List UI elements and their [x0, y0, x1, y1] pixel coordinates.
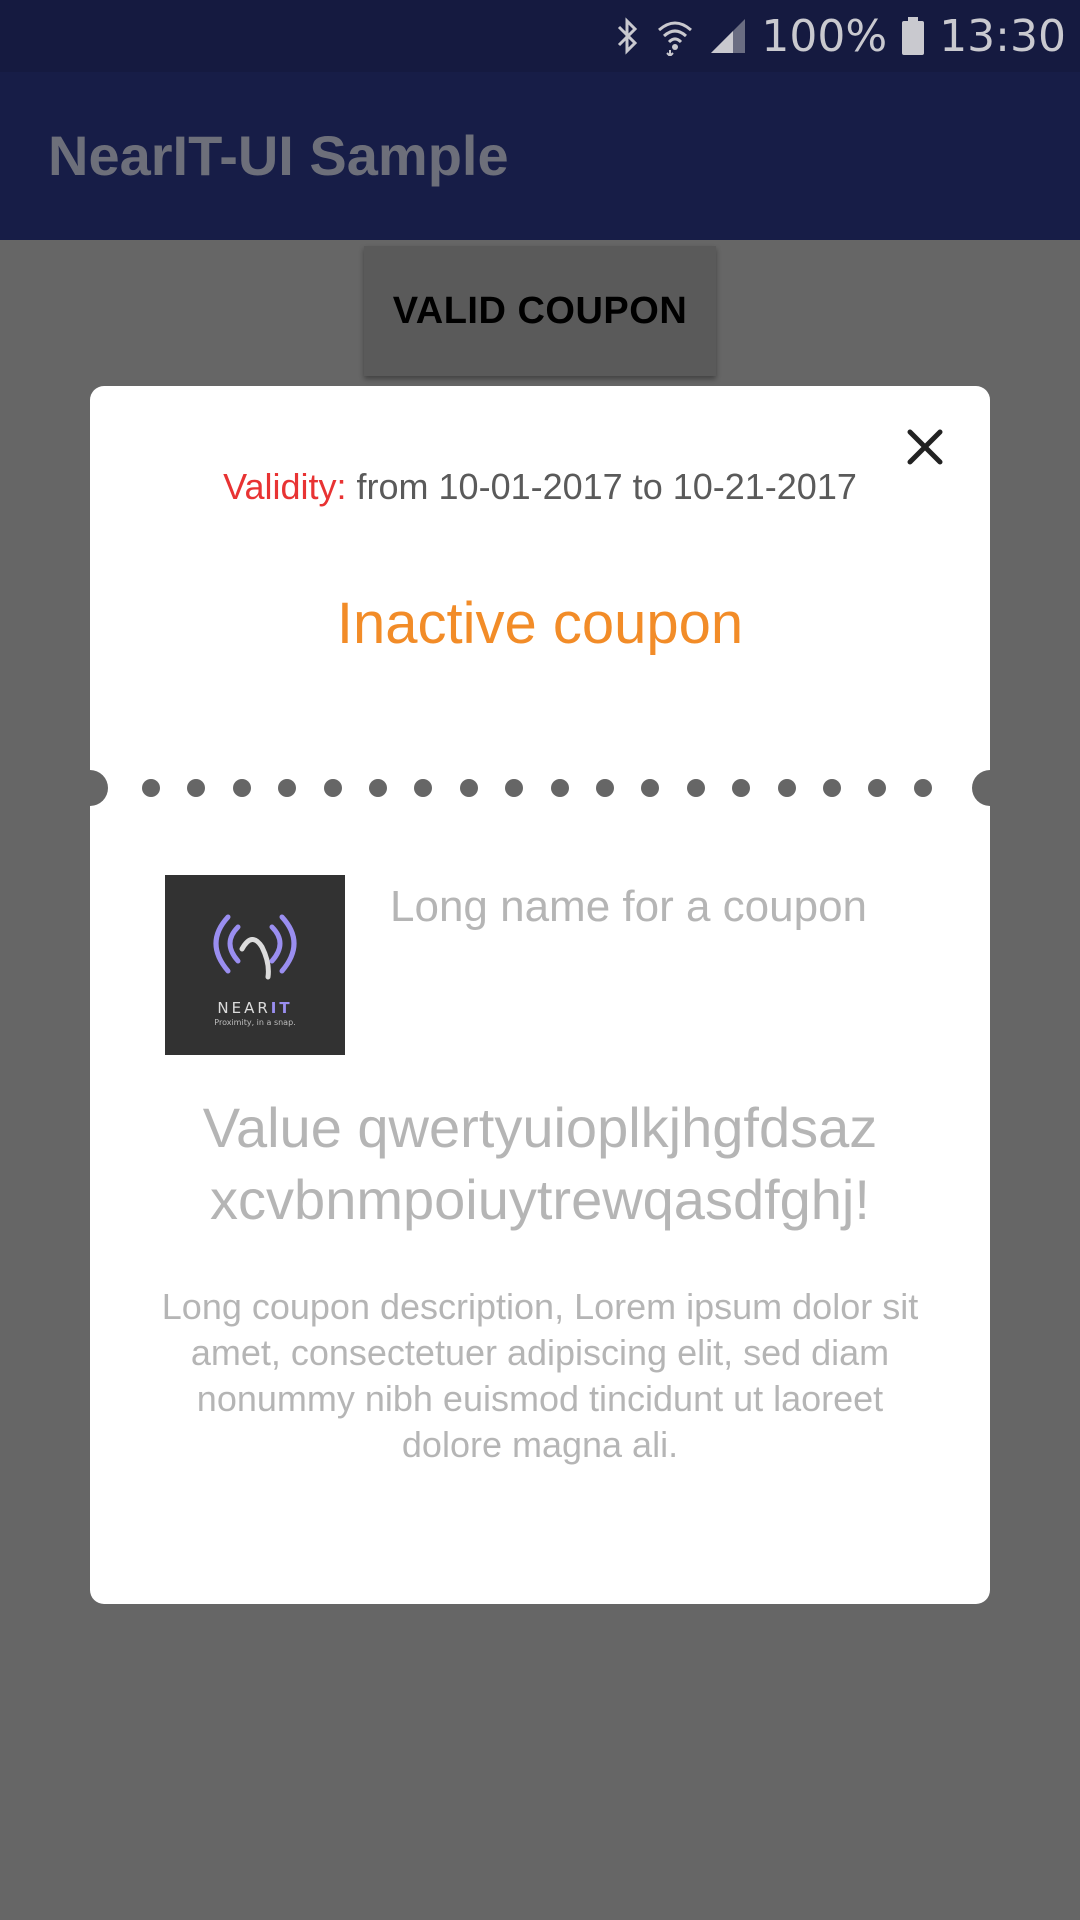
- status-bar: 100% 13:30: [0, 0, 1080, 72]
- perforation-dot: [187, 779, 205, 797]
- validity-line: Validity: from 10-01-2017 to 10-21-2017: [90, 466, 990, 508]
- perforation-dot: [278, 779, 296, 797]
- validity-range: from 10-01-2017 to 10-21-2017: [346, 466, 857, 507]
- coupon-status: Inactive coupon: [336, 591, 744, 656]
- perforation-dot: [142, 779, 160, 797]
- nearit-logo-icon: [213, 914, 297, 980]
- perforation-dot: [233, 779, 251, 797]
- perforation-dot: [596, 779, 614, 797]
- coupon-dialog: Validity: from 10-01-2017 to 10-21-2017 …: [72, 386, 1008, 1604]
- perforation-divider: [72, 768, 1008, 808]
- perforation-dot: [687, 779, 705, 797]
- perforation-dot: [505, 779, 523, 797]
- coupon-description: Long coupon description, Lorem ipsum dol…: [161, 1286, 919, 1465]
- bluetooth-icon: [615, 16, 641, 56]
- perforation-dot: [914, 779, 932, 797]
- perforation-dot: [823, 779, 841, 797]
- perforation-dot: [324, 779, 342, 797]
- validity-label: Validity:: [223, 466, 347, 507]
- battery-percent: 100%: [761, 10, 888, 62]
- coupon-name: Long name for a coupon: [390, 882, 868, 931]
- battery-icon: [901, 16, 925, 56]
- logo-wordmark: NEARIT: [217, 999, 292, 1017]
- app-bar: NearIT-UI Sample: [0, 72, 1080, 240]
- logo-tagline: Proximity, in a snap.: [214, 1018, 296, 1027]
- perforation-dot: [732, 779, 750, 797]
- valid-coupon-button[interactable]: VALID COUPON: [364, 246, 716, 376]
- logo-word-near: NEAR: [217, 999, 271, 1017]
- coupon-value: Value qwertyuioplkjhgfdsaz xcvbnmpoiuytr…: [202, 1096, 878, 1231]
- close-icon: [907, 429, 943, 465]
- wifi-icon: [655, 16, 695, 56]
- left-notch: [72, 770, 108, 806]
- right-notch: [972, 770, 1008, 806]
- coupon-logo: NEARIT Proximity, in a snap.: [165, 875, 345, 1055]
- perforation-dot: [460, 779, 478, 797]
- perforation-dot: [414, 779, 432, 797]
- perforation-dot: [369, 779, 387, 797]
- perforation-dot: [778, 779, 796, 797]
- status-time: 13:30: [939, 10, 1066, 62]
- status-icons: 100% 13:30: [615, 0, 1066, 72]
- perforation-dot: [641, 779, 659, 797]
- perforation-dot: [551, 779, 569, 797]
- signal-icon: [709, 17, 747, 55]
- app-title: NearIT-UI Sample: [48, 124, 509, 187]
- perforation-dot: [868, 779, 886, 797]
- logo-word-it: IT: [270, 999, 293, 1017]
